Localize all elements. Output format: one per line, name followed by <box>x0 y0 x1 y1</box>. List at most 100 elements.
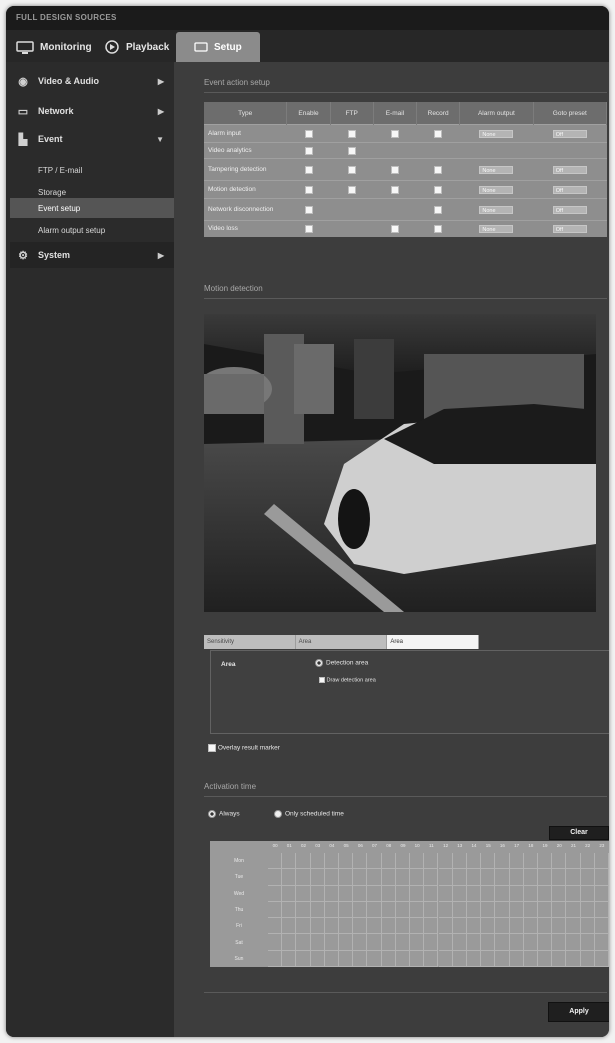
goto-preset-cell[interactable]: Off <box>533 124 607 143</box>
schedule-cell[interactable] <box>523 934 538 951</box>
schedule-cell[interactable] <box>424 853 439 870</box>
checkbox-icon[interactable] <box>347 129 356 138</box>
schedule-cell[interactable] <box>381 934 396 951</box>
schedule-cell[interactable] <box>466 950 482 967</box>
clear-button[interactable]: Clear <box>549 826 609 840</box>
schedule-cell[interactable] <box>424 901 439 919</box>
schedule-cell[interactable] <box>580 901 595 919</box>
schedule-cell[interactable] <box>395 950 411 967</box>
schedule-cell[interactable] <box>552 869 567 886</box>
schedule-cell[interactable] <box>296 950 311 967</box>
schedule-cell[interactable] <box>566 869 581 886</box>
checkbox-cell[interactable] <box>286 124 331 143</box>
schedule-cell[interactable] <box>353 869 368 886</box>
schedule-cell[interactable] <box>310 918 325 935</box>
goto-preset-select[interactable]: Off <box>552 224 587 233</box>
schedule-cell[interactable] <box>353 918 368 935</box>
schedule-cell[interactable] <box>381 950 396 967</box>
sidebar-subitem-event-setup[interactable]: Event setup <box>10 198 174 218</box>
goto-preset-select[interactable]: Off <box>552 205 587 214</box>
tab-monitoring[interactable]: Monitoring <box>16 32 92 62</box>
schedule-cell[interactable] <box>395 934 411 951</box>
schedule-cell[interactable] <box>466 934 482 951</box>
detection-area-option[interactable]: Detection area <box>315 659 368 667</box>
schedule-cell[interactable] <box>481 885 496 902</box>
schedule-cell[interactable] <box>282 869 297 886</box>
schedule-cell[interactable] <box>339 950 354 967</box>
schedule-cell[interactable] <box>310 885 325 902</box>
draw-area-option[interactable]: Draw detection area <box>319 677 376 683</box>
schedule-cell[interactable] <box>481 853 496 870</box>
schedule-cell[interactable] <box>381 918 396 935</box>
sidebar-item-system[interactable]: ⚙ System ▶ <box>10 242 174 268</box>
schedule-cell[interactable] <box>381 869 396 886</box>
checkbox-icon[interactable] <box>304 146 313 155</box>
schedule-cell[interactable] <box>594 885 609 902</box>
schedule-cell[interactable] <box>424 885 439 902</box>
schedule-cell[interactable] <box>367 918 382 935</box>
alarm-output-cell[interactable]: None <box>459 180 534 199</box>
schedule-only-option[interactable]: Only scheduled time <box>274 810 344 818</box>
schedule-cell[interactable] <box>466 918 482 935</box>
schedule-cell[interactable] <box>395 853 411 870</box>
schedule-cell[interactable] <box>367 901 382 919</box>
checkbox-icon[interactable] <box>304 185 313 194</box>
checkbox-cell[interactable] <box>330 198 374 221</box>
schedule-cell[interactable] <box>324 901 340 919</box>
checkbox-cell[interactable] <box>373 220 417 237</box>
schedule-cell[interactable] <box>580 853 595 870</box>
checkbox-cell[interactable] <box>416 142 460 159</box>
checkbox-icon[interactable] <box>434 205 443 214</box>
goto-preset-cell[interactable]: Off <box>533 220 607 237</box>
schedule-cell[interactable] <box>537 950 553 967</box>
schedule-cell[interactable] <box>495 901 510 919</box>
schedule-cell[interactable] <box>537 901 553 919</box>
schedule-cell[interactable] <box>481 918 496 935</box>
schedule-cell[interactable] <box>466 869 482 886</box>
alarm-output-cell[interactable]: None <box>459 158 534 181</box>
schedule-cell[interactable] <box>353 885 368 902</box>
schedule-cell[interactable] <box>282 853 297 870</box>
schedule-cell[interactable] <box>310 901 325 919</box>
sidebar-item-event[interactable]: ▙ Event ▼ <box>10 126 174 152</box>
schedule-cell[interactable] <box>410 885 425 902</box>
schedule-cell[interactable] <box>353 901 368 919</box>
schedule-cell[interactable] <box>495 918 510 935</box>
schedule-cell[interactable] <box>495 869 510 886</box>
schedule-cell[interactable] <box>594 918 609 935</box>
schedule-cell[interactable] <box>282 901 297 919</box>
schedule-cell[interactable] <box>296 869 311 886</box>
schedule-cell[interactable] <box>537 853 553 870</box>
checkbox-cell[interactable] <box>330 180 374 199</box>
schedule-cell[interactable] <box>268 918 283 935</box>
goto-preset-cell[interactable]: Off <box>533 180 607 199</box>
schedule-cell[interactable] <box>381 885 396 902</box>
schedule-cell[interactable] <box>495 950 510 967</box>
schedule-cell[interactable] <box>594 901 609 919</box>
alarm-output-select[interactable]: None <box>479 185 514 194</box>
schedule-cell[interactable] <box>594 853 609 870</box>
checkbox-icon[interactable] <box>434 185 443 194</box>
schedule-cell[interactable] <box>580 869 595 886</box>
schedule-cell[interactable] <box>566 918 581 935</box>
schedule-cell[interactable] <box>580 885 595 902</box>
schedule-cell[interactable] <box>552 950 567 967</box>
schedule-cell[interactable] <box>410 918 425 935</box>
schedule-cell[interactable] <box>537 934 553 951</box>
goto-preset-cell[interactable]: Off <box>533 158 607 181</box>
schedule-cell[interactable] <box>481 934 496 951</box>
schedule-always-option[interactable]: Always <box>208 810 240 818</box>
schedule-cell[interactable] <box>310 853 325 870</box>
schedule-cell[interactable] <box>367 853 382 870</box>
checkbox-cell[interactable] <box>330 142 374 159</box>
checkbox-icon[interactable] <box>390 224 399 233</box>
checkbox-icon[interactable] <box>304 129 313 138</box>
checkbox-cell[interactable] <box>416 220 460 237</box>
schedule-cell[interactable] <box>523 901 538 919</box>
schedule-cell[interactable] <box>438 853 453 870</box>
schedule-cell[interactable] <box>438 869 453 886</box>
schedule-cell[interactable] <box>268 853 283 870</box>
goto-preset-select[interactable]: Off <box>552 129 587 138</box>
checkbox-cell[interactable] <box>286 158 331 181</box>
schedule-cell[interactable] <box>452 918 467 935</box>
